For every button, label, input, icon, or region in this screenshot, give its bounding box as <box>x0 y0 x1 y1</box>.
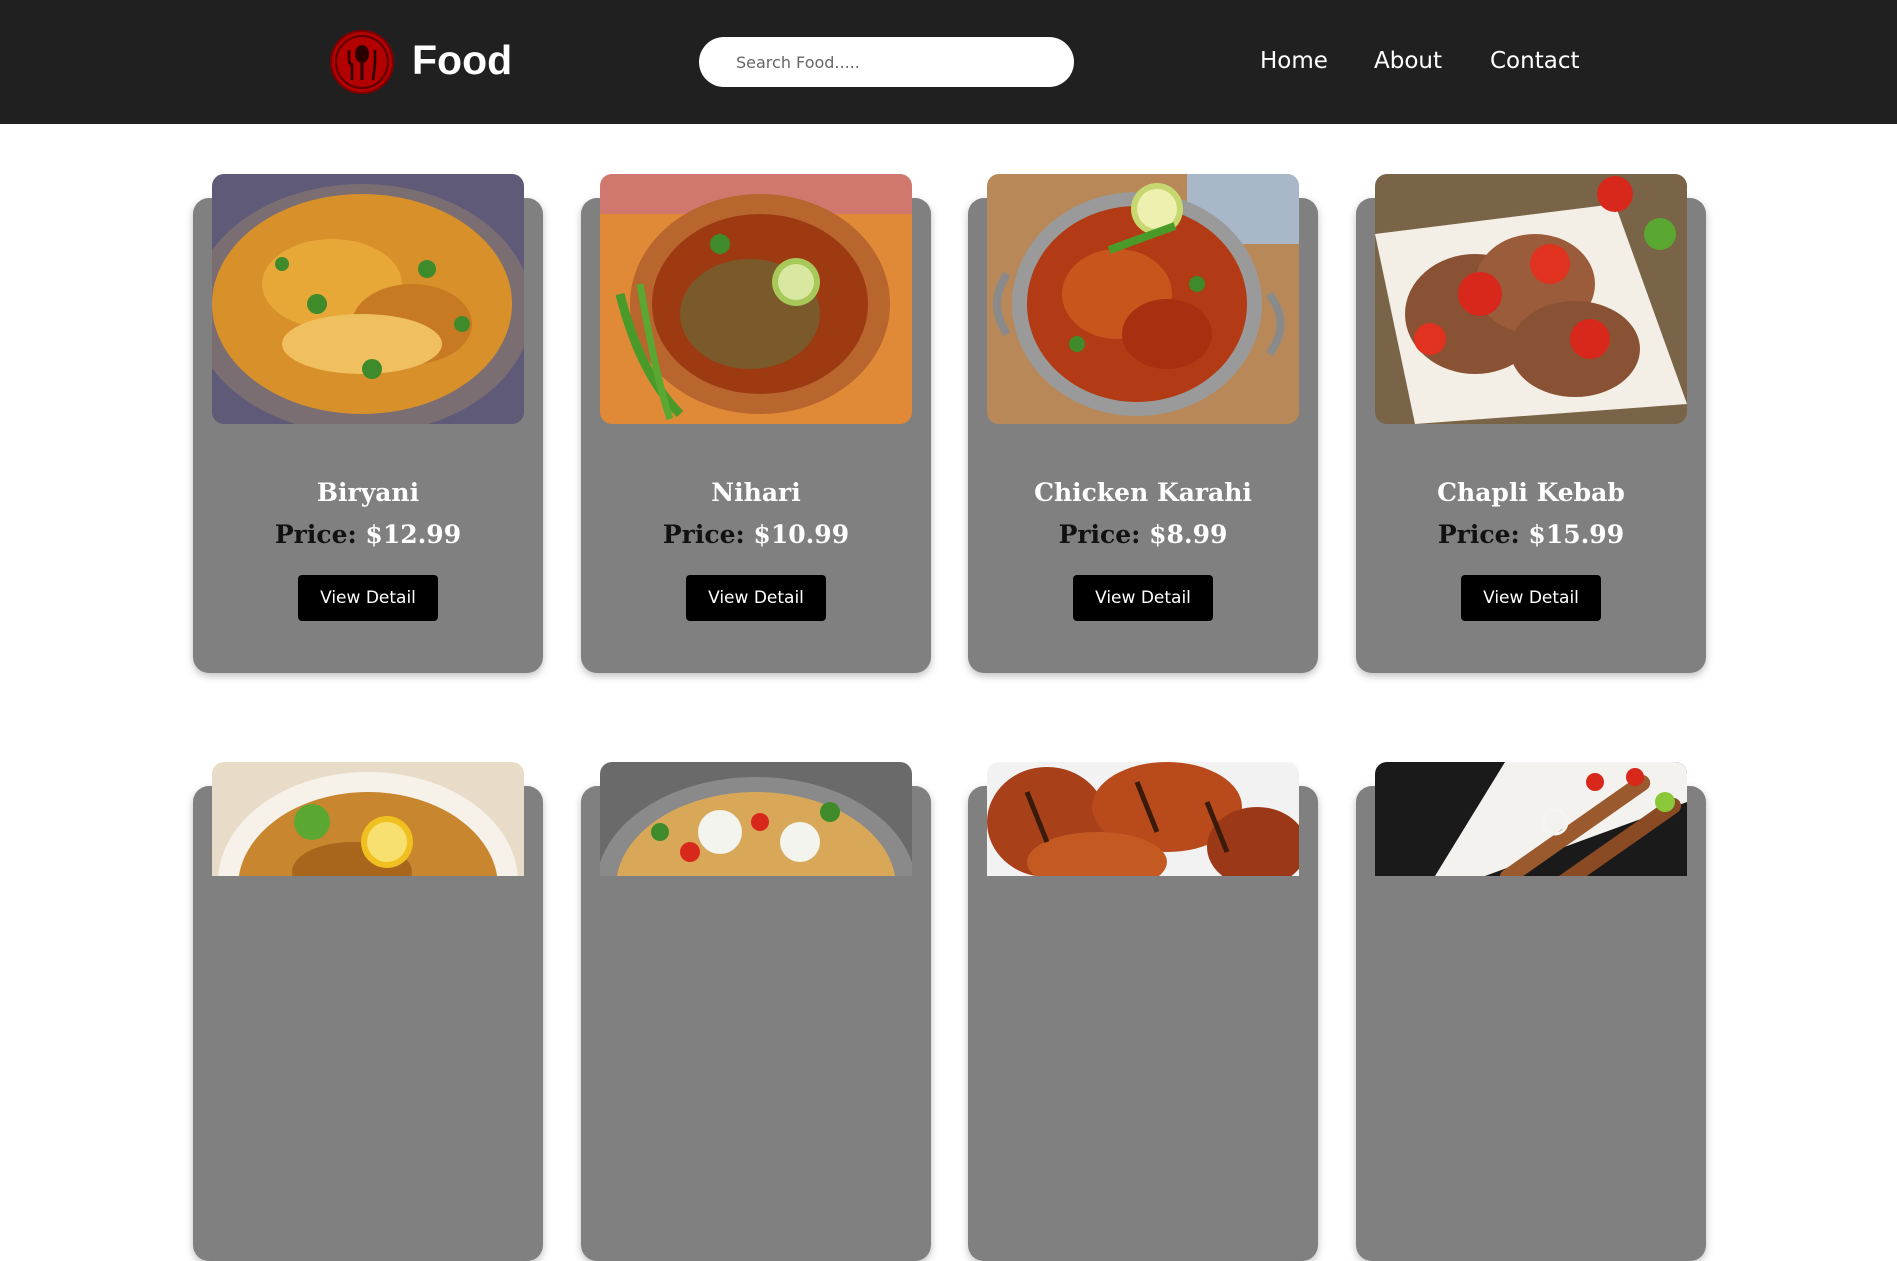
food-title: Nihari <box>711 478 801 507</box>
biryani-image[interactable] <box>212 174 524 424</box>
view-detail-button[interactable]: View Detail <box>1461 575 1601 621</box>
chapli-kebab-image[interactable] <box>1375 174 1687 424</box>
food-title: Chicken Karahi <box>1034 478 1252 507</box>
price-value: $8.99 <box>1149 520 1228 549</box>
nihari-image[interactable] <box>600 174 912 424</box>
food-price: Price: $10.99 <box>581 518 931 552</box>
price-value: $10.99 <box>753 520 850 549</box>
top-navbar: Food Home About Contact <box>0 0 1897 124</box>
food-price: Price: $12.99 <box>193 518 543 552</box>
chef-spoon-icon[interactable] <box>330 30 394 94</box>
tandoori-chicken-image[interactable] <box>987 762 1299 876</box>
food-title: Chapli Kebab <box>1437 478 1625 507</box>
food-title: Biryani <box>316 478 420 507</box>
nav-contact[interactable]: Contact <box>1490 44 1579 78</box>
price-value: $15.99 <box>1528 520 1625 549</box>
search-input[interactable] <box>699 37 1074 87</box>
view-detail-button[interactable]: View Detail <box>1073 575 1213 621</box>
food-price: Price: $8.99 <box>968 518 1318 552</box>
view-detail-button[interactable]: View Detail <box>686 575 826 621</box>
chaat-image[interactable] <box>600 762 912 876</box>
chicken-karahi-image[interactable] <box>987 174 1299 424</box>
view-detail-button[interactable]: View Detail <box>298 575 438 621</box>
price-value: $12.99 <box>365 520 462 549</box>
brand-title[interactable]: Food <box>412 34 512 86</box>
nav-about[interactable]: About <box>1374 44 1442 78</box>
food-price: Price: $15.99 <box>1356 518 1706 552</box>
price-label: Price: <box>662 520 745 549</box>
seekh-kebab-image[interactable] <box>1375 762 1687 876</box>
price-label: Price: <box>1437 520 1520 549</box>
nav-home[interactable]: Home <box>1260 44 1328 78</box>
price-label: Price: <box>1058 520 1141 549</box>
haleem-image[interactable] <box>212 762 524 876</box>
price-label: Price: <box>274 520 357 549</box>
